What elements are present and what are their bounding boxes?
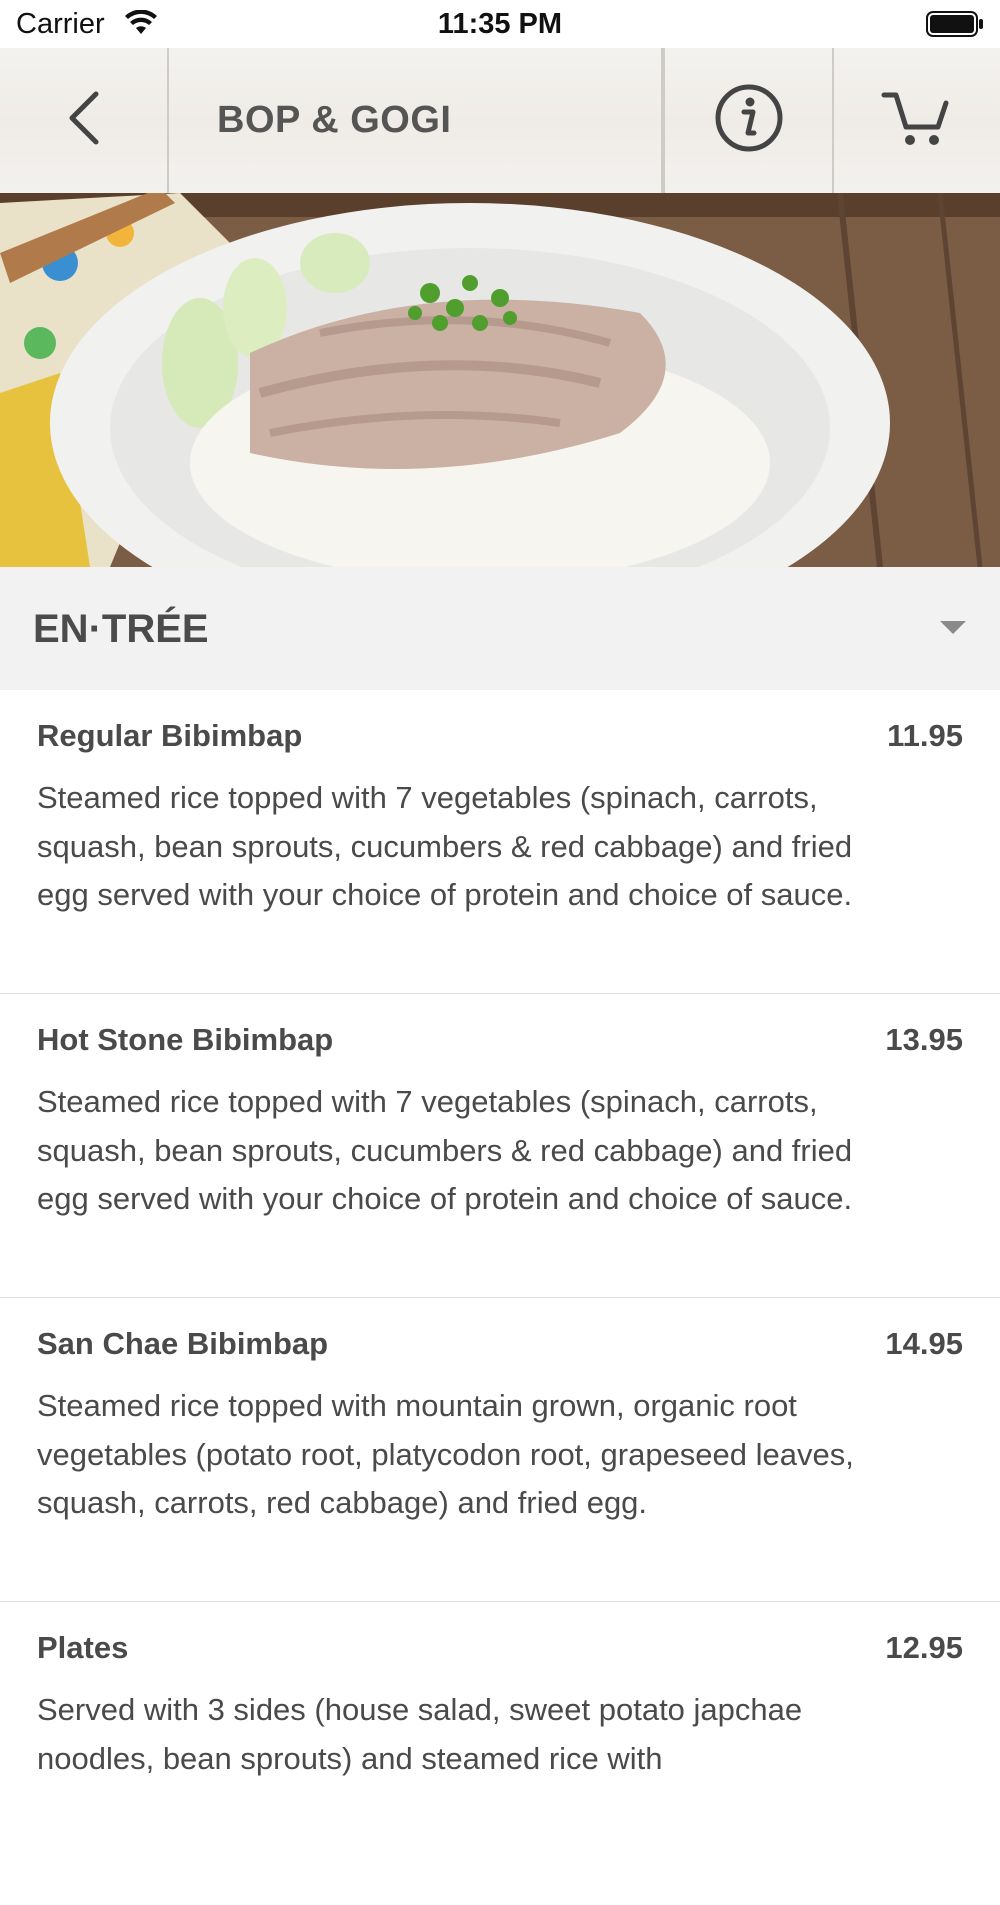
menu-item[interactable]: Hot Stone Bibimbap 13.95 Steamed rice to…: [0, 994, 1000, 1299]
menu-item-description: Served with 3 sides (house salad, sweet …: [37, 1692, 803, 1776]
menu-item-name: Hot Stone Bibimbap: [37, 1022, 334, 1057]
menu-item-description: Steamed rice topped with mountain grown,…: [37, 1388, 854, 1520]
menu-item-name: San Chae Bibimbap: [37, 1326, 329, 1361]
menu-item-name: Regular Bibimbap: [37, 718, 303, 753]
back-button[interactable]: [0, 48, 169, 193]
menu-item-description: Steamed rice topped with 7 vegetables (s…: [37, 780, 853, 912]
nav-header: BOP & GOGI: [0, 48, 1000, 194]
menu-item[interactable]: Plates 12.95 Served with 3 sides (house …: [0, 1602, 1000, 1905]
menu-item-description: Steamed rice topped with 7 vegetables (s…: [37, 1084, 853, 1216]
menu-item[interactable]: Regular Bibimbap 11.95 Steamed rice topp…: [0, 690, 1000, 995]
status-bar: Carrier 11:35 PM: [0, 0, 1000, 48]
info-icon: [714, 83, 784, 158]
category-header[interactable]: EN·TRÉE: [0, 567, 1000, 691]
menu-item-price: 14.95: [885, 1326, 963, 1361]
cart-button[interactable]: [832, 48, 1000, 193]
back-chevron-icon: [64, 88, 104, 153]
hero-food-image: [0, 193, 1000, 567]
menu-item-price: 12.95: [885, 1630, 963, 1665]
menu-item-name: Plates: [37, 1630, 129, 1665]
clock: 11:35 PM: [437, 8, 563, 40]
page-title: BOP & GOGI: [217, 99, 452, 141]
menu-item-price: 13.95: [885, 1022, 963, 1057]
cart-icon: [880, 87, 952, 154]
info-button[interactable]: [663, 48, 834, 193]
category-title: EN·TRÉE: [33, 607, 209, 651]
battery-icon: [926, 11, 984, 42]
title-cell: BOP & GOGI: [169, 48, 663, 193]
menu-item[interactable]: San Chae Bibimbap 14.95 Steamed rice top…: [0, 1298, 1000, 1603]
dropdown-caret-icon: [940, 621, 966, 634]
menu-item-price: 11.95: [887, 718, 963, 753]
